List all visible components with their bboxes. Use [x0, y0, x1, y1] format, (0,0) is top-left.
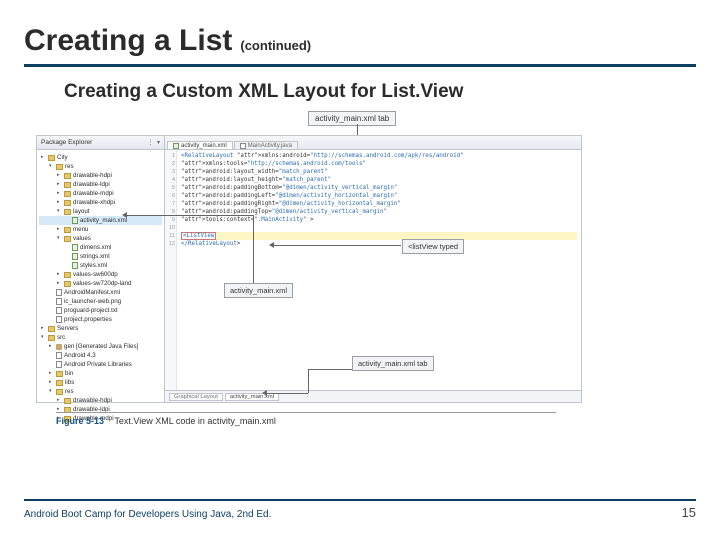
folder-icon — [64, 227, 71, 233]
slide-footer: Android Boot Camp for Developers Using J… — [24, 499, 696, 520]
tree-item[interactable]: ic_launcher-web.png — [39, 297, 162, 306]
figure-caption: Figure 5-13 Text.View XML code in activi… — [56, 412, 556, 426]
file-icon — [56, 361, 62, 368]
folder-icon — [56, 371, 63, 377]
folder-icon — [64, 200, 71, 206]
callout-top-tab: activity_main.xml tab — [308, 111, 396, 126]
folder-icon — [48, 326, 55, 332]
java-icon — [240, 143, 246, 149]
editor-tabs: activity_main.xml MainActivity.java — [165, 136, 581, 150]
file-icon — [72, 244, 78, 251]
title-underline — [24, 64, 696, 67]
tree-item[interactable]: ▸libs — [39, 378, 162, 387]
tree-item[interactable]: Android 4.3 — [39, 351, 162, 360]
code-area[interactable]: 123456789101112 <RelativeLayout "attr">x… — [165, 150, 581, 390]
figure-number: Figure 5-13 — [56, 416, 104, 426]
editor-tab-active[interactable]: activity_main.xml — [167, 141, 233, 149]
tree-item[interactable]: ▸Servers — [39, 324, 162, 333]
tree-item[interactable]: ▸gen [Generated Java Files] — [39, 342, 162, 351]
tree-item[interactable]: ▸drawable-xhdpi — [39, 198, 162, 207]
tree-item[interactable]: project.properties — [39, 315, 162, 324]
folder-icon — [64, 281, 71, 287]
figure-area: activity_main.xml tab Package Explorer ⋮… — [36, 111, 696, 426]
editor-tab-inactive-label: MainActivity.java — [248, 143, 292, 149]
package-explorer-header: Package Explorer ⋮ ▾ — [37, 136, 164, 150]
editor-tab-active-label: activity_main.xml — [181, 143, 227, 149]
package-explorer: Package Explorer ⋮ ▾ ▸City▾res▸drawable-… — [37, 136, 165, 402]
figure-caption-text: Text.View XML code in activity_main.xml — [114, 416, 276, 426]
tree-item[interactable]: ▸City — [39, 153, 162, 162]
code-content: <RelativeLayout "attr">xmlns:android="ht… — [177, 150, 581, 390]
file-icon — [56, 344, 62, 350]
package-tree[interactable]: ▸City▾res▸drawable-hdpi▸drawable-ldpi▸dr… — [37, 150, 164, 426]
callout-listview: <listView typed — [402, 239, 464, 254]
file-icon — [56, 307, 62, 314]
tree-item[interactable]: ▾src — [39, 333, 162, 342]
arrow-mid-h — [126, 215, 253, 216]
line-gutter: 123456789101112 — [165, 150, 177, 390]
folder-icon — [64, 209, 71, 215]
tree-item[interactable]: ▾res — [39, 162, 162, 171]
tree-item[interactable]: AndroidManifest.xml — [39, 288, 162, 297]
editor-lower-tabs: Graphical Layout activity_main.xml — [165, 390, 581, 402]
folder-icon — [64, 236, 71, 242]
callout-midfile: activity_main.xml — [224, 283, 293, 298]
file-icon — [173, 143, 179, 149]
file-icon — [56, 289, 62, 296]
arrow-listview — [273, 245, 401, 246]
subtitle: Creating a Custom XML Layout for List.Vi… — [64, 81, 696, 103]
folder-icon — [56, 389, 63, 395]
file-icon — [56, 352, 62, 359]
tree-item[interactable]: Android Private Libraries — [39, 360, 162, 369]
file-icon — [72, 253, 78, 260]
tree-item[interactable]: ▸drawable-hdpi — [39, 171, 162, 180]
tree-item[interactable]: proguard-project.txt — [39, 306, 162, 315]
folder-icon — [48, 335, 55, 341]
tree-item[interactable]: ▸drawable-hdpi — [39, 396, 162, 405]
tree-item[interactable]: styles.xml — [39, 261, 162, 270]
footer-text: Android Boot Camp for Developers Using J… — [24, 509, 271, 520]
file-icon — [56, 316, 62, 323]
callout-bottomtab: activity_main.xml tab — [352, 356, 434, 371]
tree-item[interactable]: activity_main.xml — [39, 216, 162, 225]
file-icon — [72, 262, 78, 269]
file-icon — [56, 298, 62, 305]
arrow-bottom-h — [308, 369, 352, 370]
tree-item[interactable]: ▾res — [39, 387, 162, 396]
arrow-bottom-v — [308, 369, 309, 393]
file-icon — [72, 217, 78, 224]
tree-item[interactable]: ▸menu — [39, 225, 162, 234]
tree-item[interactable]: dimens.xml — [39, 243, 162, 252]
slide-title: Creating a List (continued) — [24, 24, 696, 58]
folder-icon — [64, 398, 71, 404]
folder-icon — [64, 173, 71, 179]
arrow-bottom-end — [266, 393, 308, 394]
folder-icon — [56, 380, 63, 386]
arrow-mid-v — [253, 215, 254, 283]
title-main: Creating a List — [24, 24, 232, 58]
editor-tab-inactive[interactable]: MainActivity.java — [234, 141, 298, 149]
tree-item[interactable]: ▾values — [39, 234, 162, 243]
pkg-header-icons: ⋮ ▾ — [147, 139, 161, 146]
lower-tab-graphical[interactable]: Graphical Layout — [169, 393, 223, 401]
tree-item[interactable]: ▸values-sw720dp-land — [39, 279, 162, 288]
pkg-header-label: Package Explorer — [41, 139, 92, 146]
ide-screenshot: Package Explorer ⋮ ▾ ▸City▾res▸drawable-… — [36, 135, 582, 403]
tree-item[interactable]: ▸drawable-mdpi — [39, 189, 162, 198]
title-suffix: (continued) — [240, 38, 311, 53]
tree-item[interactable]: strings.xml — [39, 252, 162, 261]
folder-icon — [48, 155, 55, 161]
folder-icon — [64, 182, 71, 188]
folder-icon — [64, 272, 71, 278]
slide-number: 15 — [682, 505, 696, 520]
tree-item[interactable]: ▸drawable-ldpi — [39, 180, 162, 189]
folder-icon — [56, 164, 63, 170]
tree-item[interactable]: ▸bin — [39, 369, 162, 378]
tree-item[interactable]: ▸values-sw600dp — [39, 270, 162, 279]
folder-icon — [64, 191, 71, 197]
